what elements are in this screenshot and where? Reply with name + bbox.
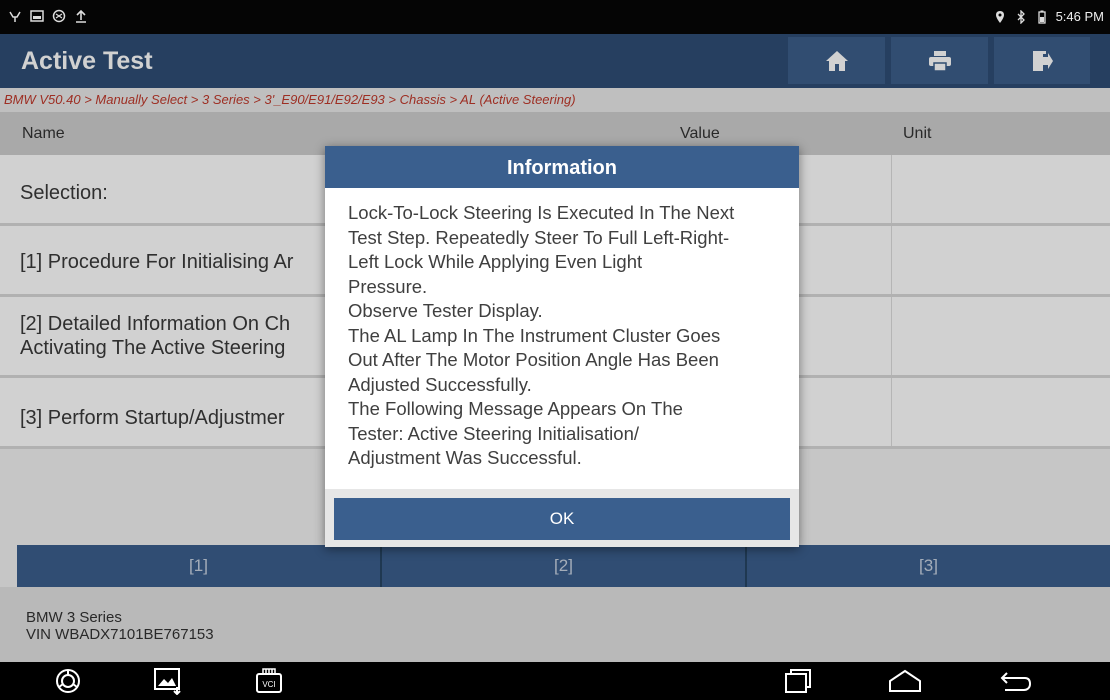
settings-icon [52, 9, 66, 23]
recent-apps-icon [785, 669, 811, 693]
information-dialog: Information Lock-To-Lock Steering Is Exe… [325, 146, 799, 547]
back-icon [1000, 672, 1032, 691]
dialog-title: Information [325, 146, 799, 188]
location-icon [995, 10, 1004, 23]
gallery-icon [154, 668, 181, 695]
dialog-message-line: Adjustment Was Successful. [348, 447, 582, 468]
usb-icon [9, 11, 21, 22]
dialog-message-line: Tester: Active Steering Initialisation/ [348, 422, 640, 444]
bluetooth-icon [1017, 9, 1025, 24]
status-system: 5:46 PM [993, 9, 1104, 24]
dialog-message-line: Observe Tester Display. [348, 300, 543, 321]
dialog-message-line: Test Step. Repeatedly Steer To Full Left… [348, 226, 730, 248]
svg-text:VCI: VCI [262, 680, 275, 689]
home-nav-icon [889, 669, 921, 692]
dialog-message-line: Lock-To-Lock Steering Is Executed In The… [348, 202, 735, 223]
ok-button[interactable]: OK [334, 498, 790, 540]
vci-icon: VCI [256, 668, 282, 693]
dialog-message-line: Left Lock While Applying Even Light [348, 251, 643, 272]
recent-apps-button[interactable] [778, 664, 818, 698]
status-time: 5:46 PM [1055, 9, 1104, 24]
dialog-message-line: The AL Lamp In The Instrument Cluster Go… [348, 324, 721, 346]
back-button[interactable] [996, 664, 1036, 698]
dialog-footer: OK [325, 489, 799, 547]
gallery-button[interactable] [148, 664, 188, 698]
status-notifications [8, 9, 88, 23]
status-bar: 5:46 PM [0, 0, 1110, 34]
vci-button[interactable]: VCI [249, 664, 289, 698]
dialog-message: Lock-To-Lock Steering Is Executed In The… [348, 201, 788, 471]
browser-button[interactable] [48, 664, 88, 698]
home-nav-button[interactable] [885, 664, 925, 698]
upload-icon [76, 9, 86, 23]
browser-icon [56, 669, 80, 693]
navigation-bar: VCI [0, 662, 1110, 700]
battery-icon [1037, 10, 1046, 24]
dialog-message-line: Out After The Motor Position Angle Has B… [348, 349, 719, 370]
image-icon [30, 10, 44, 22]
dialog-message-line: Pressure. [348, 275, 428, 297]
dialog-message-line: The Following Message Appears On The [348, 398, 683, 419]
dialog-message-line: Adjusted Successfully. [348, 373, 532, 395]
